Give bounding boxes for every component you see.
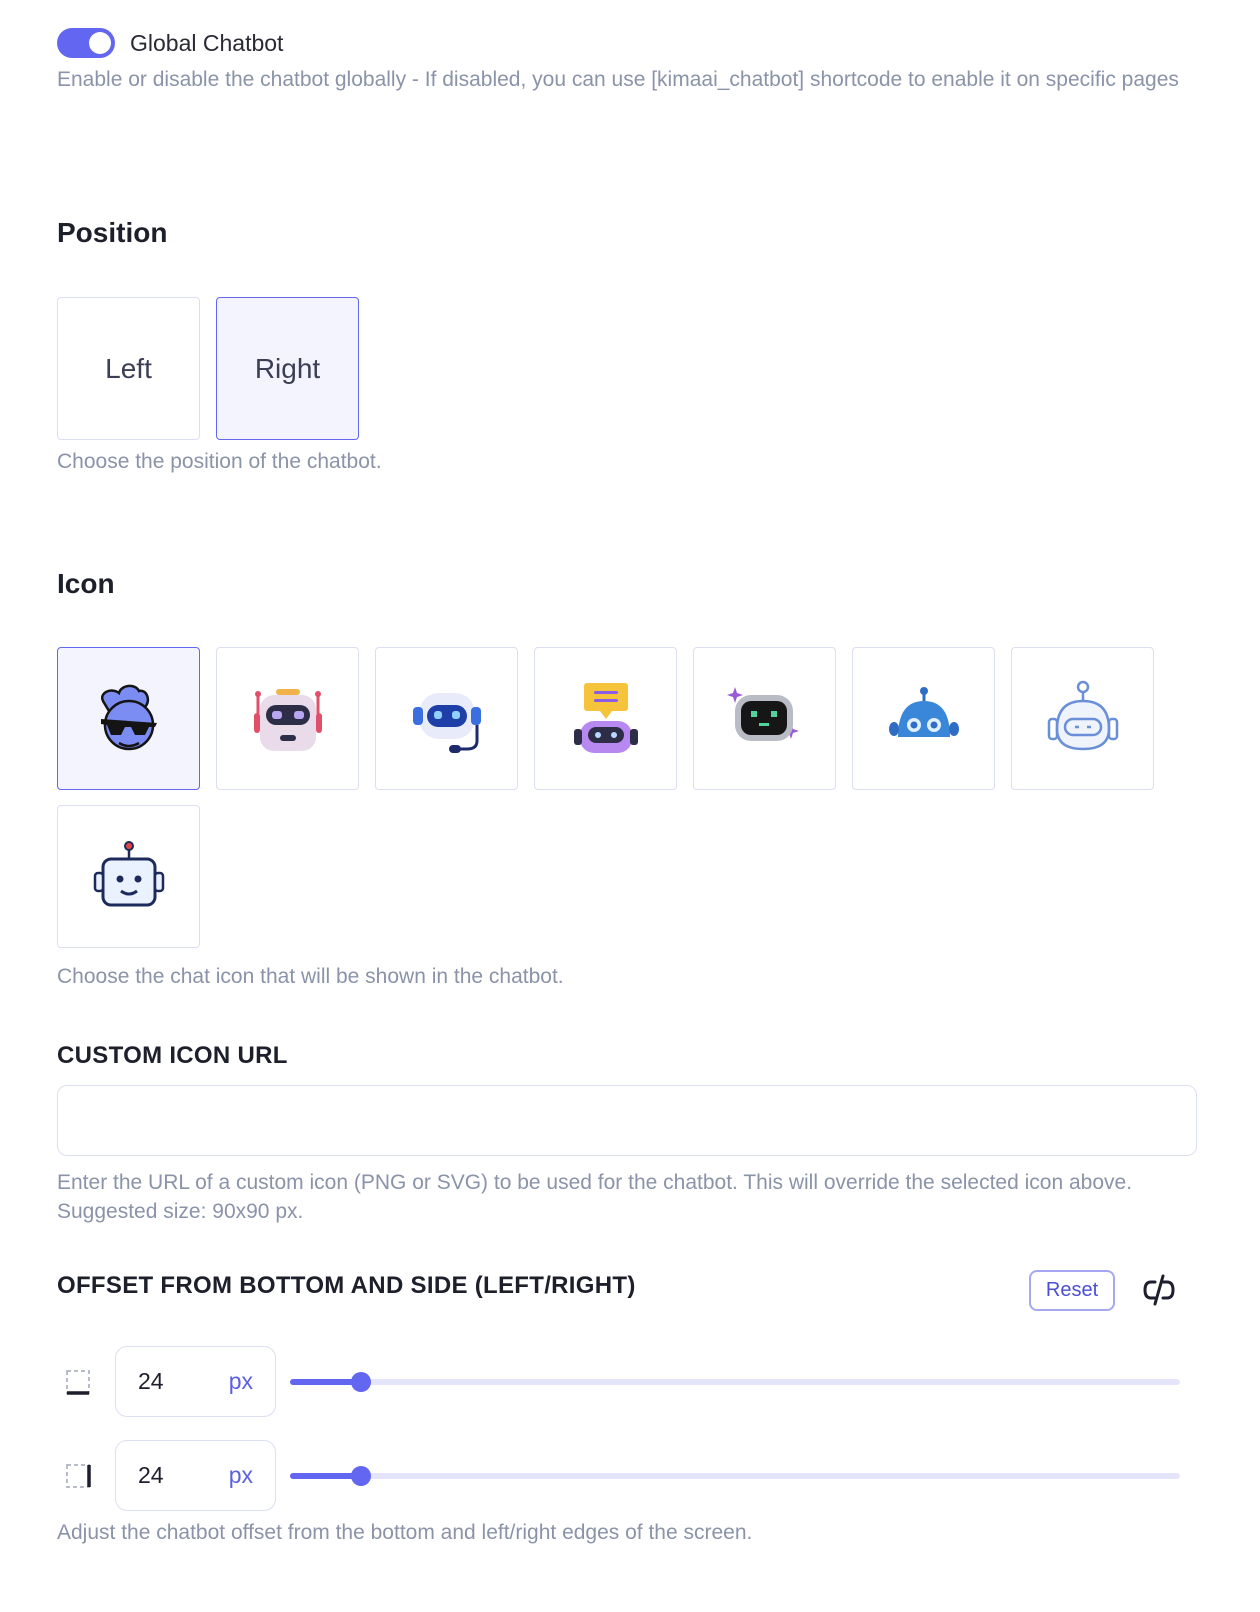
global-chatbot-toggle[interactable] [57,28,115,58]
side-offset-value: 24 [138,1462,164,1488]
chatbot-settings-panel: Global Chatbot Enable or disable the cha… [0,0,1260,1612]
icon-option-1[interactable] [57,647,200,790]
slider-track [290,1379,1180,1385]
robot-blue-dome-icon [888,686,959,737]
reset-button[interactable]: Reset [1029,1270,1115,1311]
bottom-offset-unit[interactable]: px [229,1368,253,1395]
position-right-option[interactable]: Right [216,297,359,440]
robot-chat-bubble-icon [573,682,638,753]
toggle-knob [89,32,111,54]
side-offset-unit[interactable]: px [229,1462,253,1489]
bottom-offset-input[interactable]: 24 px [115,1346,276,1417]
icon-option-2[interactable] [216,647,359,790]
slider-thumb[interactable] [351,1372,372,1392]
global-chatbot-row: Global Chatbot [57,28,283,58]
slider-track [290,1473,1180,1479]
position-left-option[interactable]: Left [57,297,200,440]
global-chatbot-label: Global Chatbot [130,29,284,56]
robot-outline-light-icon [1047,680,1118,750]
position-help: Choose the position of the chatbot. [57,450,382,473]
custom-icon-url-input[interactable] [57,1085,1197,1156]
slider-thumb[interactable] [351,1466,372,1486]
robot-outline-dark-icon [93,840,164,906]
icon-option-6[interactable] [852,647,995,790]
bottom-offset-slider[interactable] [290,1372,1180,1392]
offset-help: Adjust the chatbot offset from the botto… [57,1521,753,1544]
side-offset-input[interactable]: 24 px [115,1440,276,1511]
side-offset-slider[interactable] [290,1466,1180,1486]
icon-option-8[interactable] [57,805,200,948]
offset-title: OFFSET FROM BOTTOM AND SIDE (LEFT/RIGHT) [57,1272,636,1299]
robot-headset-icon [412,692,481,753]
bottom-offset-value: 24 [138,1368,164,1394]
robot-pink-antenna-icon [253,688,322,751]
custom-icon-url-title: CUSTOM ICON URL [57,1042,288,1069]
robot-sunglasses-icon [100,684,157,750]
custom-icon-help: Enter the URL of a custom icon (PNG or S… [57,1171,1133,1223]
robot-sparkle-screen-icon [726,686,799,741]
global-chatbot-help: Enable or disable the chatbot globally -… [57,68,1179,91]
icon-help: Choose the chat icon that will be shown … [57,965,564,988]
icon-option-5[interactable] [693,647,836,790]
side-side-icon [66,1464,91,1488]
icon-option-3[interactable] [375,647,518,790]
icon-option-7[interactable] [1011,647,1154,790]
bottom-side-icon [66,1370,90,1395]
position-title: Position [57,217,168,248]
icon-title: Icon [57,568,115,599]
unlink-icon[interactable] [1141,1272,1177,1308]
icon-option-4[interactable] [534,647,677,790]
